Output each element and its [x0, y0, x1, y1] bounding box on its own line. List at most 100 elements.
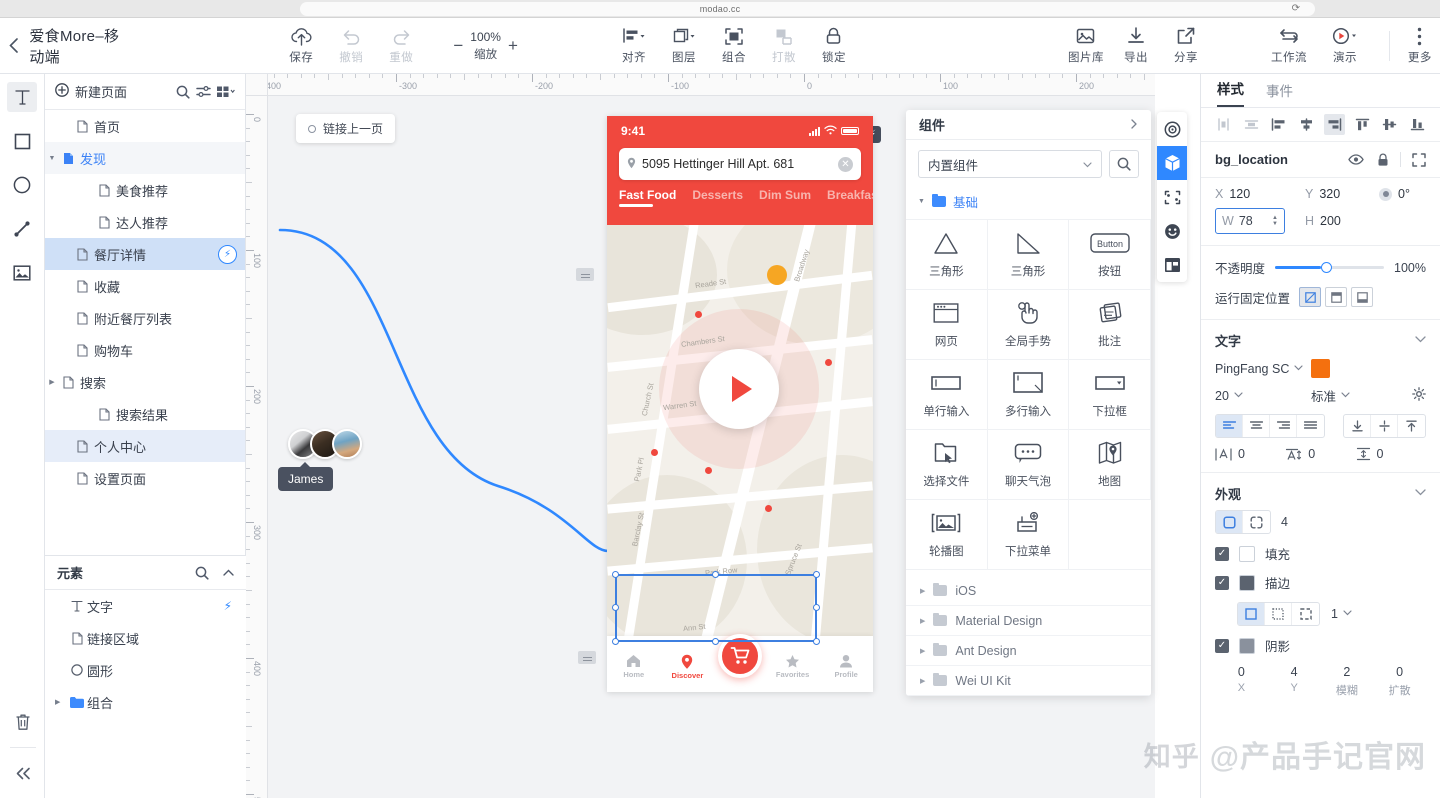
shadow-field-Y[interactable]: 4Y — [1268, 665, 1321, 698]
browser-addressbar[interactable] — [300, 2, 1315, 16]
element-item-3[interactable]: ▶组合 — [45, 686, 246, 718]
ellipse-tool[interactable] — [7, 170, 37, 200]
map-pin[interactable] — [825, 359, 832, 366]
resize-handle-e[interactable] — [813, 604, 820, 611]
component-cell-9[interactable]: 选择文件 — [906, 430, 988, 500]
align-right-text-button[interactable] — [1270, 415, 1297, 437]
text-section-header[interactable]: 文字 — [1201, 320, 1440, 357]
export-button[interactable]: 导出 — [1111, 18, 1161, 74]
shadow-color-swatch[interactable] — [1239, 638, 1255, 654]
align-justify-text-button[interactable] — [1297, 415, 1324, 437]
link-previous-chip[interactable]: 链接上一页 — [296, 114, 395, 143]
valign-middle-button[interactable] — [1371, 415, 1398, 437]
map-pin[interactable] — [695, 311, 702, 318]
component-cell-2[interactable]: Button按钮 — [1069, 220, 1151, 290]
nav-item-favorites[interactable]: Favorites — [770, 654, 816, 679]
pages-sort-icon[interactable] — [196, 85, 211, 98]
opacity-slider-knob[interactable] — [1321, 262, 1332, 273]
component-cell-3[interactable]: 网页 — [906, 290, 988, 360]
page-item-10[interactable]: 个人中心 — [45, 430, 245, 462]
x-field[interactable]: X 120 — [1215, 187, 1301, 201]
component-cell-7[interactable]: 多行输入 — [988, 360, 1070, 430]
tab-style[interactable]: 样式 — [1217, 78, 1244, 107]
corner-radius-icon[interactable] — [1243, 511, 1270, 533]
line-tool[interactable] — [7, 214, 37, 244]
page-interaction-badge[interactable]: ⚡ — [218, 245, 237, 264]
text-tool[interactable] — [7, 82, 37, 112]
collaborator-avatars[interactable] — [288, 429, 354, 459]
pages-view-icon[interactable] — [217, 86, 235, 97]
component-cell-0[interactable]: 三角形 — [906, 220, 988, 290]
component-cell-5[interactable]: 批注 — [1069, 290, 1151, 360]
shadow-field-模糊[interactable]: 2模糊 — [1321, 665, 1374, 698]
stroke-dotted-button[interactable] — [1265, 603, 1292, 625]
fixed-top-button[interactable] — [1325, 287, 1347, 307]
category-tab-2[interactable]: Dim Sum — [759, 188, 811, 207]
workflow-button[interactable]: 工作流 — [1261, 18, 1317, 74]
rotation-field[interactable]: 0° — [1379, 187, 1410, 201]
layer-button[interactable]: 图层 — [659, 18, 709, 74]
more-button[interactable]: 更多 — [1400, 18, 1440, 74]
zoom-in-button[interactable]: + — [505, 37, 521, 54]
elements-collapse-icon[interactable] — [223, 569, 234, 576]
collapse-sidebar-button[interactable] — [8, 758, 38, 788]
component-cell-8[interactable]: 下拉框 — [1069, 360, 1151, 430]
new-page-button[interactable]: 新建页面 — [55, 82, 127, 101]
height-field[interactable]: H 200 — [1305, 214, 1341, 228]
page-item-8[interactable]: ▶搜索 — [45, 366, 245, 398]
opacity-slider[interactable] — [1275, 266, 1384, 269]
zoom-out-button[interactable]: − — [450, 37, 466, 54]
ungroup-button[interactable]: 打散 — [759, 18, 809, 74]
fixed-none-button[interactable] — [1299, 287, 1321, 307]
radius-value[interactable]: 4 — [1281, 515, 1288, 529]
target-icon[interactable] — [1157, 112, 1187, 146]
lock-icon[interactable] — [1377, 153, 1389, 167]
component-category-row[interactable]: ▼ 基础 — [906, 186, 1151, 219]
group-button[interactable]: 组合 — [709, 18, 759, 74]
align-left-button[interactable] — [1268, 114, 1289, 135]
rounded-rect-icon[interactable] — [1216, 511, 1243, 533]
component-cell-4[interactable]: 全局手势 — [988, 290, 1070, 360]
page-item-7[interactable]: 购物车 — [45, 334, 245, 366]
rectangle-tool[interactable] — [7, 126, 37, 156]
fill-checkbox[interactable]: ✓ — [1215, 547, 1229, 561]
component-cell-6[interactable]: 单行输入 — [906, 360, 988, 430]
map-play-button[interactable] — [699, 349, 779, 429]
font-family-select[interactable]: PingFang SC — [1215, 362, 1303, 376]
page-item-0[interactable]: 首页 — [45, 110, 245, 142]
page-item-5[interactable]: 收藏 — [45, 270, 245, 302]
component-cell-10[interactable]: 聊天气泡 — [988, 430, 1070, 500]
undo-button[interactable]: 撤销 — [326, 18, 376, 74]
redo-button[interactable]: 重做 — [376, 18, 426, 74]
map-pin[interactable] — [765, 505, 772, 512]
layout-icon[interactable] — [1157, 248, 1187, 282]
eye-icon[interactable] — [1348, 154, 1364, 165]
component-library-3[interactable]: ▶Wei UI Kit — [906, 666, 1151, 696]
nav-item-discover[interactable]: Discover — [664, 654, 710, 680]
distribute-vertical-button[interactable] — [1241, 114, 1262, 135]
text-settings-icon[interactable] — [1412, 387, 1426, 404]
appearance-section-header[interactable]: 外观 — [1201, 473, 1440, 510]
font-size-select[interactable]: 20 — [1215, 389, 1311, 403]
cube-icon[interactable] — [1157, 146, 1187, 180]
address-search-field[interactable]: 5095 Hettinger Hill Apt. 681 ✕ — [619, 148, 861, 180]
note-tab-icon[interactable] — [576, 268, 594, 281]
page-expand-arrow[interactable]: ▶ — [45, 378, 59, 386]
component-cell-13[interactable]: 下拉菜单 — [988, 500, 1070, 570]
stroke-solid-button[interactable] — [1238, 603, 1265, 625]
fixed-bottom-button[interactable] — [1351, 287, 1373, 307]
fit-icon[interactable] — [1412, 153, 1426, 167]
letter-spacing-field[interactable]: 0 — [1215, 447, 1285, 461]
stroke-color-swatch[interactable] — [1239, 575, 1255, 591]
align-right-button[interactable] — [1324, 114, 1345, 135]
chevron-right-icon[interactable] — [1130, 117, 1138, 132]
resize-handle-n[interactable] — [712, 571, 719, 578]
y-field[interactable]: Y 320 — [1305, 187, 1375, 201]
stroke-width-select[interactable]: 1 — [1331, 607, 1352, 621]
component-source-select[interactable]: 内置组件 — [918, 150, 1102, 178]
node-connect-icon[interactable] — [1157, 180, 1187, 214]
component-cell-11[interactable]: 地图 — [1069, 430, 1151, 500]
width-stepper[interactable]: ▲▼ — [1272, 216, 1278, 227]
resize-handle-ne[interactable] — [813, 571, 820, 578]
fill-color-swatch[interactable] — [1239, 546, 1255, 562]
